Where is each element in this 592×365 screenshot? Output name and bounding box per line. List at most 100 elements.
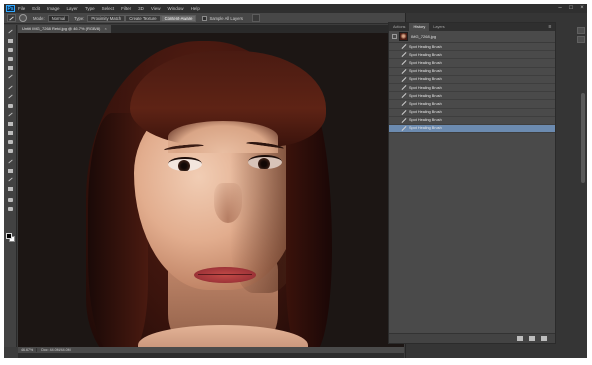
panel-footer (389, 333, 555, 343)
pressure-icon[interactable] (251, 14, 260, 22)
blur-icon[interactable] (7, 139, 14, 145)
crop-icon[interactable] (7, 65, 14, 71)
brush-size-picker[interactable] (19, 14, 27, 22)
history-item-label: Spot Healing Brush (409, 44, 442, 49)
healing-brush-icon (401, 110, 406, 115)
window-controls: – □ × (557, 5, 585, 11)
minimize-button[interactable]: – (557, 5, 563, 11)
healing-brush-icon (401, 118, 406, 123)
marquee-icon[interactable] (7, 38, 14, 44)
menu-3d[interactable]: 3D (138, 6, 144, 11)
history-item[interactable]: Spot Healing Brush (389, 76, 555, 84)
menu-type[interactable]: Type (85, 6, 95, 11)
trash-icon[interactable] (541, 336, 547, 341)
close-button[interactable]: × (579, 5, 585, 11)
history-item[interactable]: Spot Healing Brush (389, 43, 555, 52)
eyedropper-icon[interactable] (7, 74, 14, 80)
toolbox (4, 25, 17, 347)
brush-icon[interactable] (7, 94, 14, 100)
history-snapshot[interactable]: IMG_7268.jpg (389, 31, 555, 43)
history-item-label: Spot Healing Brush (409, 93, 442, 98)
foreground-color-swatch[interactable] (6, 233, 12, 239)
history-item-label: Spot Healing Brush (409, 77, 442, 82)
menu-filter[interactable]: Filter (121, 6, 131, 11)
document-tab-bar: Untitl IMG_7268 Retd.jpg @ 46.7% (RGB/8)… (18, 25, 403, 33)
menu-file[interactable]: File (18, 6, 25, 11)
maximize-button[interactable]: □ (568, 5, 574, 11)
dock-icon-strip (575, 25, 587, 45)
history-item[interactable]: Spot Healing Brush (389, 117, 555, 125)
eraser-icon[interactable] (7, 121, 14, 127)
history-item[interactable]: Spot Healing Brush (389, 51, 555, 60)
menu-edit[interactable]: Edit (32, 6, 40, 11)
menu-bar: Ps File Edit Image Layer Type Select Fil… (4, 4, 587, 13)
healing-brush-icon (401, 101, 406, 106)
history-item[interactable]: Spot Healing Brush (389, 84, 555, 93)
history-item-label: Spot Healing Brush (409, 110, 442, 115)
history-item[interactable]: Spot Healing Brush (389, 59, 555, 68)
type-icon[interactable] (7, 168, 14, 174)
history-brush-icon[interactable] (7, 112, 14, 118)
healing-brush-icon (401, 44, 406, 49)
history-item-label: Spot Healing Brush (409, 69, 442, 74)
portrait-left-eye (168, 157, 202, 171)
type-proximity-match[interactable]: Proximity Match (87, 14, 126, 22)
clone-stamp-icon[interactable] (7, 103, 14, 109)
new-document-icon[interactable] (517, 336, 523, 341)
healing-brush-icon (401, 77, 406, 82)
portrait-nose (214, 183, 242, 223)
tab-actions[interactable]: Actions (389, 23, 409, 31)
snapshot-thumbnail (399, 32, 408, 41)
hand-icon[interactable] (7, 197, 14, 203)
document-tab[interactable]: Untitl IMG_7268 Retd.jpg @ 46.7% (RGB/8)… (18, 25, 111, 33)
zoom-level[interactable]: 46.67% (18, 348, 38, 352)
tool-preset-picker[interactable] (7, 14, 16, 22)
move-icon[interactable] (7, 29, 14, 35)
healing-brush-icon (401, 52, 406, 57)
healing-brush-icon (401, 93, 406, 98)
shape-icon[interactable] (7, 186, 14, 192)
history-item-label: Spot Healing Brush (409, 52, 442, 57)
healing-brush-icon (401, 126, 406, 131)
type-create-texture[interactable]: Create Texture (125, 14, 161, 22)
panel-collapse-icon[interactable] (577, 27, 585, 34)
path-select-icon[interactable] (7, 177, 14, 183)
quick-select-icon[interactable] (7, 56, 14, 62)
pen-icon[interactable] (7, 159, 14, 165)
document-canvas[interactable] (18, 33, 404, 347)
type-label: Type: (74, 15, 85, 21)
tab-layers[interactable]: Layers (429, 23, 448, 31)
history-item[interactable]: Spot Healing Brush (389, 124, 555, 134)
camera-icon[interactable] (529, 336, 535, 341)
menu-image[interactable]: Image (47, 6, 60, 11)
tab-history[interactable]: History (409, 23, 430, 31)
dodge-icon[interactable] (7, 148, 14, 154)
menu-layer[interactable]: Layer (67, 6, 78, 11)
document-size: Doc: 44.0M/44.0M (41, 348, 71, 352)
color-panel-icon[interactable] (577, 36, 585, 43)
menu-help[interactable]: Help (191, 6, 200, 11)
spot-healing-icon[interactable] (7, 85, 14, 91)
healing-brush-icon (401, 85, 406, 90)
close-icon[interactable]: × (104, 25, 106, 33)
mode-select[interactable]: Normal (47, 14, 70, 22)
history-item-label: Spot Healing Brush (409, 118, 442, 123)
menu-window[interactable]: Window (168, 6, 184, 11)
history-item[interactable]: Spot Healing Brush (389, 92, 555, 101)
gradient-icon[interactable] (7, 130, 14, 136)
menu-view[interactable]: View (151, 6, 161, 11)
menu-select[interactable]: Select (102, 6, 115, 11)
history-item[interactable]: Spot Healing Brush (389, 109, 555, 117)
lasso-icon[interactable] (7, 47, 14, 53)
sample-all-layers-checkbox[interactable] (202, 15, 208, 21)
history-item[interactable]: Spot Healing Brush (389, 100, 555, 109)
zoom-icon[interactable] (7, 206, 14, 212)
vertical-scrollbar[interactable] (581, 93, 585, 183)
history-brush-source-icon[interactable] (392, 34, 397, 39)
history-item-label: Spot Healing Brush (409, 85, 442, 90)
horizontal-scrollbar[interactable] (18, 353, 404, 358)
type-content-aware[interactable]: Content-Aware (160, 14, 197, 22)
snapshot-label: IMG_7268.jpg (411, 34, 437, 39)
panel-menu-icon[interactable]: ≡ (545, 23, 555, 31)
history-item[interactable]: Spot Healing Brush (389, 68, 555, 76)
